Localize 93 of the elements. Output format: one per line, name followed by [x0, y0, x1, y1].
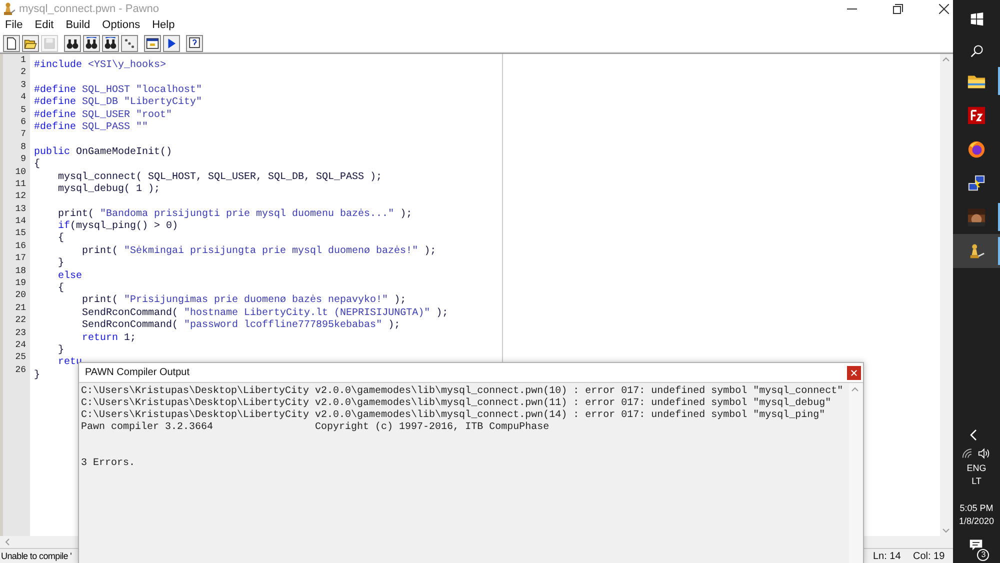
line-number: 13 — [15, 202, 26, 216]
code-line: #define SQL_DB "LibertyCity" — [34, 97, 202, 108]
line-number: 12 — [15, 190, 26, 203]
code-line: if(mysql_ping() > 0) — [57, 221, 178, 232]
code-line: { — [57, 283, 64, 294]
new-file-icon[interactable] — [3, 34, 20, 52]
line-number: 14 — [15, 215, 26, 228]
code-line: } — [34, 370, 40, 381]
close-icon[interactable] — [939, 4, 949, 14]
code-line: print( "Sėkmingai prisijungta prie mysql duomenø bazės!" ); — [81, 246, 436, 257]
line-number: 3 — [20, 78, 26, 92]
line-number: 4 — [20, 91, 26, 104]
help-icon[interactable] — [186, 34, 203, 52]
code-line: } — [57, 344, 64, 356]
line-number: 20 — [15, 289, 26, 302]
close-button[interactable] — [847, 366, 861, 380]
running-indicator — [998, 203, 1000, 231]
output-line: Pawn compiler 3.2.3664 Copyright (c) 1997-2016, ITB CompuPhase — [81, 422, 550, 434]
volume-icon[interactable] — [978, 448, 990, 459]
output-line: C:\Users\Kristupas\Desktop\LibertyCity v2.0.0\gamemodes\lib\mysql_connect.pwn(11) : error 017: undefined symbol "mysql_debug" — [81, 398, 832, 410]
code-line: { — [57, 233, 64, 244]
menu-item[interactable]: Options — [102, 19, 140, 31]
menu-item[interactable]: Edit — [34, 19, 54, 31]
line-number: 5 — [20, 104, 26, 116]
window-title: mysql_connect.pwn - Pawno — [19, 2, 160, 14]
pawn-icon — [3, 2, 15, 16]
browser-icon[interactable] — [967, 140, 986, 158]
menu-item[interactable]: Build — [66, 19, 90, 31]
column-indicator: Col: 19 — [913, 550, 946, 562]
code-line: #include <YSI\y_hooks> — [34, 60, 166, 71]
search-icon[interactable] — [970, 44, 984, 58]
code-line: print( "Prisijungimas prie duomenø bazės nepavyko!" ); — [81, 295, 406, 306]
line-number: 8 — [20, 140, 26, 154]
code-line: return 1; — [81, 332, 136, 344]
code-line: else — [57, 270, 82, 282]
line-number: 6 — [20, 116, 26, 128]
code-line: mysql_debug( 1 ); — [57, 184, 160, 195]
line-number: 7 — [20, 128, 26, 141]
menu-item[interactable]: File — [5, 19, 23, 31]
code-line: SendRconCommand( "password lcoffline777895kebabas" ); — [81, 320, 400, 332]
chevron-icon[interactable] — [968, 428, 979, 442]
notification-icon[interactable] — [969, 538, 984, 552]
line-number: 21 — [15, 302, 26, 314]
notification-badge: 3 — [977, 549, 990, 561]
line-number: 19 — [15, 277, 26, 290]
code-line: { — [34, 159, 40, 170]
code-line: SendRconCommand( "hostname LibertyCity.lt (NEPRISIJUNGTA)" ); — [81, 308, 448, 319]
clock-date[interactable]: 1/8/2020 — [958, 515, 994, 528]
play-icon[interactable] — [163, 34, 180, 52]
output-line: C:\Users\Kristupas\Desktop\LibertyCity v2.0.0\gamemodes\lib\mysql_connect.pwn(14) : error 017: undefined symbol "mysql_ping" — [81, 410, 826, 422]
scrollbar[interactable] — [849, 383, 863, 563]
line-number: 10 — [15, 166, 26, 178]
status-message: Unable to compile ' — [0, 551, 73, 561]
language-indicator[interactable]: ENG — [966, 462, 986, 475]
line-number: 11 — [15, 178, 26, 190]
line-number: 24 — [15, 338, 26, 352]
wifi-icon[interactable] — [962, 448, 974, 459]
binoculars-icon[interactable] — [83, 34, 100, 52]
line-number: 18 — [15, 264, 26, 278]
open-folder-icon[interactable] — [22, 34, 39, 52]
line-number: 1 — [20, 54, 26, 66]
line-number: 16 — [15, 240, 26, 252]
running-indicator — [998, 67, 1000, 95]
line-number: 26 — [15, 364, 26, 376]
code-line: #define SQL_PASS "" — [34, 122, 148, 133]
maximize-icon[interactable] — [893, 4, 903, 14]
line-number: 25 — [15, 351, 26, 364]
line-number: 2 — [20, 66, 26, 79]
menu-item[interactable]: Help — [152, 19, 175, 31]
code-line: mysql_connect( SQL_HOST, SQL_USER, SQL_DB, SQL_PASS ); — [57, 172, 382, 183]
line-number: 23 — [15, 326, 26, 339]
line-number: 17 — [15, 252, 26, 265]
window-icon[interactable] — [144, 34, 161, 52]
keyboard-layout[interactable]: LT — [972, 475, 982, 488]
error-summary: 3 Errors. — [81, 458, 136, 470]
clock-time[interactable]: 5:05 PM — [960, 502, 994, 515]
binoculars-icon[interactable] — [64, 34, 81, 52]
code-line: print( "Bandoma prisijungti prie mysql duomenu bazės..." ); — [57, 208, 412, 220]
output-line: C:\Users\Kristupas\Desktop\LibertyCity v2.0.0\gamemodes\lib\mysql_connect.pwn(10) : error 017: undefined symbol "mysql_connect" — [81, 386, 844, 398]
code-line: } — [57, 258, 64, 270]
code-line: public OnGameModeInit() — [34, 146, 172, 158]
line-number: 15 — [15, 227, 26, 240]
network-icon[interactable] — [967, 174, 986, 192]
running-indicator — [998, 237, 1000, 265]
dialog-title: PAWN Compiler Output — [85, 367, 190, 378]
line-number: 22 — [15, 314, 26, 327]
line-number: 9 — [20, 153, 26, 166]
line-indicator: Ln: 14 — [873, 550, 902, 562]
windows-icon[interactable] — [970, 12, 984, 26]
code-line: #define SQL_HOST "localhost" — [34, 84, 202, 96]
binoculars-icon[interactable] — [102, 34, 119, 52]
app-icon[interactable] — [967, 106, 986, 124]
code-line: #define SQL_USER "root" — [34, 110, 172, 121]
